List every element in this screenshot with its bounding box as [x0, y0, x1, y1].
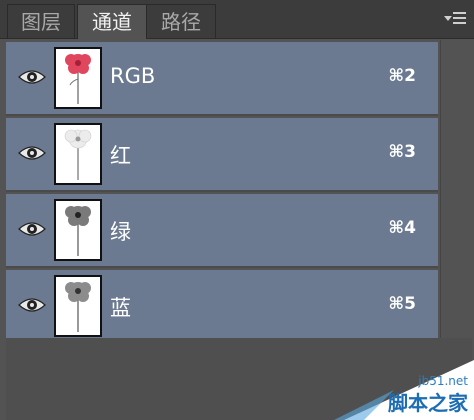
- channel-name: 蓝: [110, 296, 131, 320]
- channel-shortcut: ⌘5: [388, 294, 416, 314]
- channel-row-green[interactable]: 绿 ⌘4: [6, 194, 438, 268]
- tab-paths[interactable]: 路径: [147, 4, 216, 39]
- watermark-name: 脚本之家: [388, 391, 468, 415]
- channel-shortcut: ⌘2: [388, 66, 416, 86]
- channel-name: 绿: [110, 220, 131, 244]
- dropdown-arrow-icon: [444, 16, 452, 21]
- channel-row-red[interactable]: 红 ⌘3: [6, 118, 438, 192]
- tab-channels[interactable]: 通道: [77, 4, 147, 39]
- visibility-eye-icon[interactable]: [18, 296, 46, 314]
- channel-name: RGB: [110, 64, 156, 88]
- channel-shortcut: ⌘3: [388, 142, 416, 162]
- menu-lines-icon: [453, 12, 466, 14]
- channel-row-blue[interactable]: 蓝 ⌘5: [6, 270, 438, 344]
- watermark-domain: jb51.net: [418, 374, 468, 388]
- visibility-eye-icon[interactable]: [18, 144, 46, 162]
- channel-row-rgb[interactable]: RGB ⌘2: [6, 42, 438, 116]
- panel-tab-bar: 图层 通道 路径: [0, 0, 474, 39]
- channel-shortcut: ⌘4: [388, 218, 416, 238]
- channel-thumbnail-rgb: [54, 47, 102, 109]
- visibility-eye-icon[interactable]: [18, 68, 46, 86]
- channel-thumbnail-green: [54, 199, 102, 261]
- menu-line: [453, 22, 466, 24]
- channel-thumbnail-blue: [54, 275, 102, 337]
- channel-name: 红: [110, 144, 131, 168]
- channels-panel: 图层 通道 路径 RGB ⌘2 红 ⌘3 绿 ⌘4 蓝 ⌘5 jb51.net …: [0, 0, 474, 420]
- channel-list: RGB ⌘2 红 ⌘3 绿 ⌘4 蓝 ⌘5: [6, 42, 438, 346]
- panel-menu-button[interactable]: [444, 10, 466, 28]
- channel-thumbnail-red: [54, 123, 102, 185]
- scrollbar-track[interactable]: [440, 40, 474, 340]
- tab-layers[interactable]: 图层: [7, 4, 75, 39]
- menu-line: [453, 17, 466, 19]
- visibility-eye-icon[interactable]: [18, 220, 46, 238]
